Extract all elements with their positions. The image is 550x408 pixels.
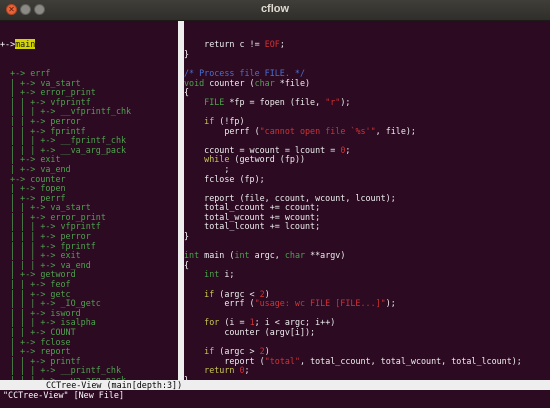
code-token: ; xyxy=(345,144,351,155)
code-line: return c != EOF; xyxy=(184,39,550,50)
code-token: ; xyxy=(184,163,230,174)
code-token: return c != xyxy=(184,39,265,50)
code-token: (argc > xyxy=(214,346,260,357)
code-line: counter (argv[i]); xyxy=(184,327,550,338)
code-token: i; xyxy=(219,269,235,280)
code-token: } xyxy=(184,231,190,242)
code-token: (argc < xyxy=(214,288,260,299)
cctree-pane[interactable]: +->main +-> errf | +-> va_start | +-> er… xyxy=(0,21,178,380)
code-token: ); xyxy=(340,96,351,107)
code-token: , file); xyxy=(375,125,416,136)
code-token: ; xyxy=(279,39,285,50)
code-line: void counter (char *file) xyxy=(184,77,550,89)
code-token: , total_ccount, total_wcount, total_lcou… xyxy=(299,355,522,366)
code-token: (!fp) xyxy=(214,115,245,126)
code-token: int xyxy=(204,269,220,280)
tree-root-label[interactable]: main xyxy=(15,39,36,50)
code-token: perrf ( xyxy=(184,125,260,136)
code-token: { xyxy=(184,87,190,98)
code-line: while (getword (fp)) xyxy=(184,155,550,165)
code-line: perrf ("cannot open file `%s'", file); xyxy=(184,125,550,137)
code-token: counter ( xyxy=(204,77,255,88)
code-token: FILE xyxy=(204,96,225,107)
code-token: int xyxy=(234,250,250,261)
tree-root-prefix: +-> xyxy=(0,39,16,50)
code-token: if xyxy=(204,346,215,357)
code-token: total_wcount += wcount; xyxy=(184,211,321,222)
code-token: report (file, ccount, wcount, lcount); xyxy=(184,192,396,203)
code-token: return xyxy=(204,365,235,376)
code-token: argc, xyxy=(249,250,285,261)
code-line: } xyxy=(184,48,550,60)
code-token: { xyxy=(184,259,190,270)
code-token: ; xyxy=(244,365,250,376)
code-token: counter (argv[i]); xyxy=(184,327,316,337)
code-token: /* Process file FILE. */ xyxy=(184,67,306,78)
source-code-pane[interactable]: return c != EOF;} /* Process file FILE. *… xyxy=(184,21,550,380)
terminal-window: ✕ cflow +->main +-> errf | +-> va_start … xyxy=(0,0,550,408)
code-token: ccount = wcount = lcount = xyxy=(184,144,341,155)
code-token: } xyxy=(184,48,190,59)
code-token: *file) xyxy=(274,77,311,88)
code-token: int xyxy=(184,250,200,261)
code-token: ; i < argc; i++) xyxy=(254,317,336,328)
code-token: if xyxy=(204,115,215,126)
title-bar[interactable]: ✕ cflow xyxy=(0,0,550,21)
code-line: return 0; xyxy=(184,366,550,376)
code-token: "usage: wc FILE [FILE...]" xyxy=(254,298,386,309)
tree-root-line[interactable]: +->main xyxy=(0,39,178,50)
code-line: fclose (fp); xyxy=(184,173,550,185)
code-token: for xyxy=(204,317,220,328)
code-view: return c != EOF;} /* Process file FILE. *… xyxy=(184,39,550,380)
code-token: if xyxy=(204,288,215,299)
code-token: ); xyxy=(385,298,396,309)
code-token: total_ccount += ccount; xyxy=(184,202,321,213)
status-line: CCTree-View (main[depth:3]) xyxy=(0,380,550,390)
code-line: FILE *fp = fopen (file, "r"); xyxy=(184,96,550,108)
window-title: cflow xyxy=(260,3,290,15)
code-token: total_lcount += lcount; xyxy=(184,221,321,232)
call-tree: +-> errf | +-> va_start | +-> error_prin… xyxy=(0,68,178,380)
code-token: (getword (fp)) xyxy=(229,154,306,165)
code-token: report ( xyxy=(184,355,265,366)
code-line: } xyxy=(184,231,550,242)
code-token: void xyxy=(184,77,205,88)
code-token: ) xyxy=(264,288,270,299)
command-line[interactable]: "CCTree-View" [New File] xyxy=(0,390,550,408)
code-token: main ( xyxy=(199,250,235,261)
code-token: EOF xyxy=(264,39,280,50)
code-line: total_lcount += lcount; xyxy=(184,222,550,232)
code-token: "total" xyxy=(264,355,300,366)
code-token: (i = xyxy=(219,317,250,328)
code-line: { xyxy=(184,259,550,271)
code-token: fclose (fp); xyxy=(184,173,265,184)
code-token: *fp = fopen (file, xyxy=(224,96,326,107)
code-token: while xyxy=(204,154,230,165)
code-token: **argv) xyxy=(305,250,346,261)
code-token: errf ( xyxy=(184,298,255,309)
code-token: char xyxy=(284,250,306,261)
code-line: errf ("usage: wc FILE [FILE...]"); xyxy=(184,298,550,309)
code-token: char xyxy=(254,77,275,88)
status-line-text: CCTree-View (main[depth:3]) xyxy=(46,380,183,390)
code-token: "r" xyxy=(325,96,341,107)
code-token: "cannot open file `%s'" xyxy=(259,125,376,136)
code-line: int i; xyxy=(184,270,550,280)
code-line: int main (int argc, char **argv) xyxy=(184,250,550,261)
code-token: ) xyxy=(264,346,270,357)
